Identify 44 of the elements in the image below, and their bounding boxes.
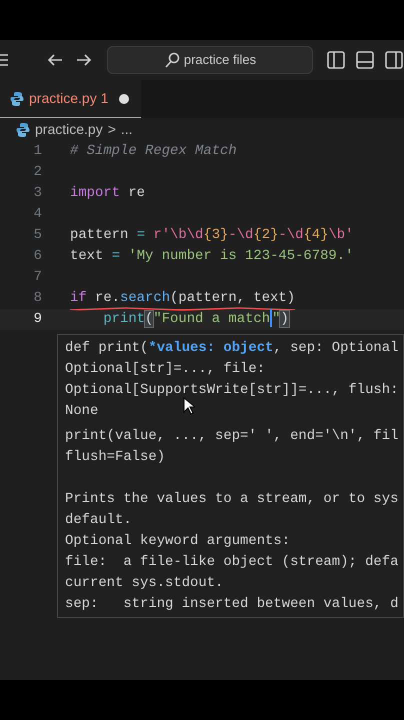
line-number: 5	[32, 226, 42, 246]
code-line: # Simple Regex Match	[70, 142, 237, 162]
secondary-sidebar-icon[interactable]	[385, 51, 403, 69]
search-icon	[164, 52, 180, 68]
breadcrumb-separator: >	[108, 120, 116, 139]
line-number: 9	[32, 310, 42, 330]
search-field[interactable]: practice files	[107, 46, 313, 74]
line-number: 7	[32, 268, 42, 288]
doc-line: flush=False)	[65, 448, 166, 467]
text-cursor	[270, 309, 272, 328]
code-line: pattern = r'\b\d{3}-\d{2}-\d{4}\b'	[70, 226, 354, 246]
line-number: 3	[32, 184, 42, 204]
code-line: text = 'My number is 123-45-6789.'	[70, 247, 354, 266]
line-number: 1	[32, 142, 42, 162]
doc-line: file: a file-like object (stream); defa	[65, 553, 398, 572]
doc-line: Optional keyword arguments:	[65, 532, 290, 551]
python-file-icon	[10, 90, 24, 106]
line-number: 2	[32, 163, 42, 182]
sidebar-layout-icon[interactable]	[327, 51, 345, 69]
doc-line: current sys.stdout.	[65, 574, 224, 593]
forward-arrow-icon[interactable]	[76, 53, 92, 67]
doc-line: print(value, ..., sep=' ', end='\n', fil	[65, 427, 398, 446]
editor-tab[interactable]: practice.py 1	[0, 80, 141, 118]
menu-icon[interactable]	[0, 53, 10, 67]
line-number: 4	[32, 205, 42, 224]
mouse-pointer-icon	[183, 397, 195, 415]
signature-line: def print(*values: object, sep: Optional	[65, 339, 398, 358]
breadcrumb-item[interactable]: ...	[120, 119, 133, 140]
code-line: import re	[70, 184, 146, 204]
panel-layout-icon[interactable]	[356, 51, 374, 69]
line-number: 8	[32, 289, 42, 308]
modified-dot	[119, 94, 130, 104]
doc-line: Prints the values to a stream, or to sys	[65, 490, 398, 509]
python-file-icon	[16, 122, 30, 138]
signature-line: Optional[SupportsWrite[str]]=..., flush:	[65, 381, 398, 400]
code-line: if re.search(pattern, text)	[70, 288, 296, 309]
code-line: print("Found a match")	[102, 309, 289, 330]
doc-line: default.	[65, 511, 132, 530]
line-number: 6	[32, 247, 42, 266]
signature-line: None	[65, 402, 98, 421]
back-arrow-icon[interactable]	[47, 53, 63, 67]
breadcrumb-item[interactable]: practice.py	[35, 119, 103, 140]
doc-line: sep: string inserted between values, d	[65, 595, 398, 614]
signature-line: Optional[str]=..., file:	[65, 360, 266, 379]
